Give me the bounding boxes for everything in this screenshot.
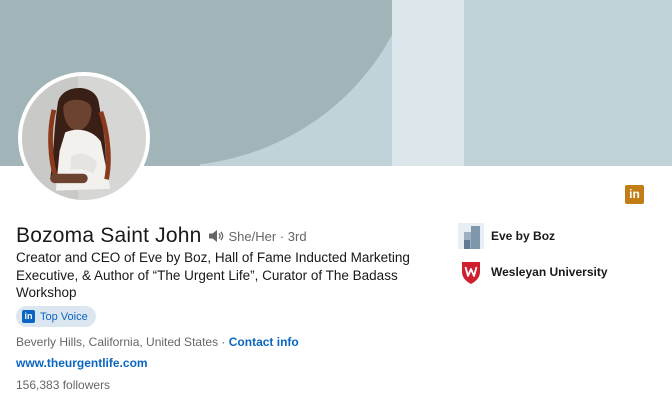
name-row: Bozoma Saint John She/Her · 3rd — [16, 224, 307, 248]
experience-eve-by-boz[interactable]: Eve by Boz — [458, 223, 555, 249]
followers-count: 156,383 followers — [16, 378, 111, 392]
profile-name: Bozoma Saint John — [16, 224, 202, 247]
profile-photo[interactable] — [18, 72, 150, 204]
education-wesleyan[interactable]: Wesleyan University — [458, 259, 608, 285]
education-label: Wesleyan University — [491, 265, 608, 279]
linkedin-badge-icon: in — [22, 310, 35, 323]
pronouns: She/Her — [228, 228, 277, 244]
connection-degree: · 3rd — [279, 228, 307, 244]
top-voice-label: Top Voice — [40, 310, 88, 323]
location-row: Beverly Hills, California, United States… — [16, 335, 299, 349]
location-separator: · — [218, 335, 229, 349]
wesleyan-shield-icon — [458, 259, 484, 285]
profile-headline: Creator and CEO of Eve by Boz, Hall of F… — [16, 250, 410, 300]
experience-label: Eve by Boz — [491, 229, 556, 243]
contact-info-link[interactable]: Contact info — [229, 335, 299, 349]
company-logo-icon — [458, 223, 484, 249]
linkedin-logo-icon[interactable]: in — [625, 185, 644, 204]
speaker-icon[interactable] — [208, 229, 224, 243]
location-text: Beverly Hills, California, United States — [16, 335, 219, 349]
website-link[interactable]: www.theurgentlife.com — [16, 356, 148, 370]
top-voice-badge[interactable]: in Top Voice — [16, 306, 96, 327]
banner-shape-stripe — [392, 0, 464, 166]
